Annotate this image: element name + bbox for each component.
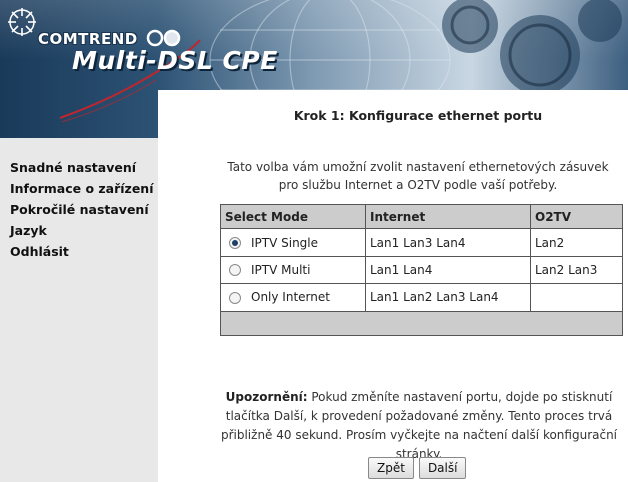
sidebar: Snadné nastavení Informace o zařízení Po… <box>0 138 158 482</box>
o2tv-cell <box>530 283 623 312</box>
main-content: Krok 1: Konfigurace ethernet portu Tato … <box>158 90 628 482</box>
back-button[interactable]: Zpět <box>368 457 414 479</box>
mode-cell[interactable]: Only Internet <box>220 283 366 312</box>
internet-cell: Lan1 Lan2 Lan3 Lan4 <box>365 283 531 312</box>
page-title: Krok 1: Konfigurace ethernet portu <box>293 108 543 123</box>
table-header-row: Select Mode Internet O2TV <box>220 203 623 230</box>
warning-label: Upozornění: <box>225 390 308 404</box>
o2tv-cell: Lan2 Lan3 <box>530 255 623 285</box>
radio-iptv-single[interactable] <box>229 237 241 250</box>
intro-text: Tato volba vám umožní zvolit nastavení e… <box>227 160 609 192</box>
mode-label: IPTV Multi <box>251 262 311 277</box>
column-header-o2tv: O2TV <box>530 203 623 230</box>
table-row: IPTV Single Lan1 Lan3 Lan4 Lan2 <box>220 228 623 257</box>
table-row: Only Internet Lan1 Lan2 Lan3 Lan4 <box>220 283 623 312</box>
mode-table: Select Mode Internet O2TV IPTV Single La… <box>220 203 623 337</box>
next-button[interactable]: Další <box>418 457 467 479</box>
sidebar-item-device-info[interactable]: Informace o zařízení <box>10 181 153 196</box>
radio-only-internet[interactable] <box>229 291 241 304</box>
button-bar: Zpět Další <box>368 457 508 479</box>
sidebar-item-language[interactable]: Jazyk <box>10 223 47 238</box>
table-footer-row <box>220 310 623 337</box>
mode-cell[interactable]: IPTV Multi <box>220 255 366 285</box>
sidebar-item-advanced-setup[interactable]: Pokročilé nastavení <box>10 202 149 217</box>
internet-cell: Lan1 Lan3 Lan4 <box>365 228 531 257</box>
table-row: IPTV Multi Lan1 Lan4 Lan2 Lan3 <box>220 255 623 285</box>
brand-product: Multi-DSL CPE <box>72 46 278 75</box>
mode-cell[interactable]: IPTV Single <box>220 228 366 257</box>
sidebar-item-logout[interactable]: Odhlásit <box>10 244 69 259</box>
column-header-select-mode: Select Mode <box>220 203 366 230</box>
internet-cell: Lan1 Lan4 <box>365 255 531 285</box>
table-footer-cell <box>220 310 623 337</box>
mode-label: IPTV Single <box>251 235 319 250</box>
warning-text: Upozornění: Pokud změníte nastavení port… <box>210 388 628 464</box>
o2tv-cell: Lan2 <box>530 228 623 257</box>
column-header-internet: Internet <box>365 203 531 230</box>
sidebar-item-easy-setup[interactable]: Snadné nastavení <box>10 160 136 175</box>
mode-label: Only Internet <box>251 290 330 305</box>
radio-iptv-multi[interactable] <box>229 264 241 277</box>
